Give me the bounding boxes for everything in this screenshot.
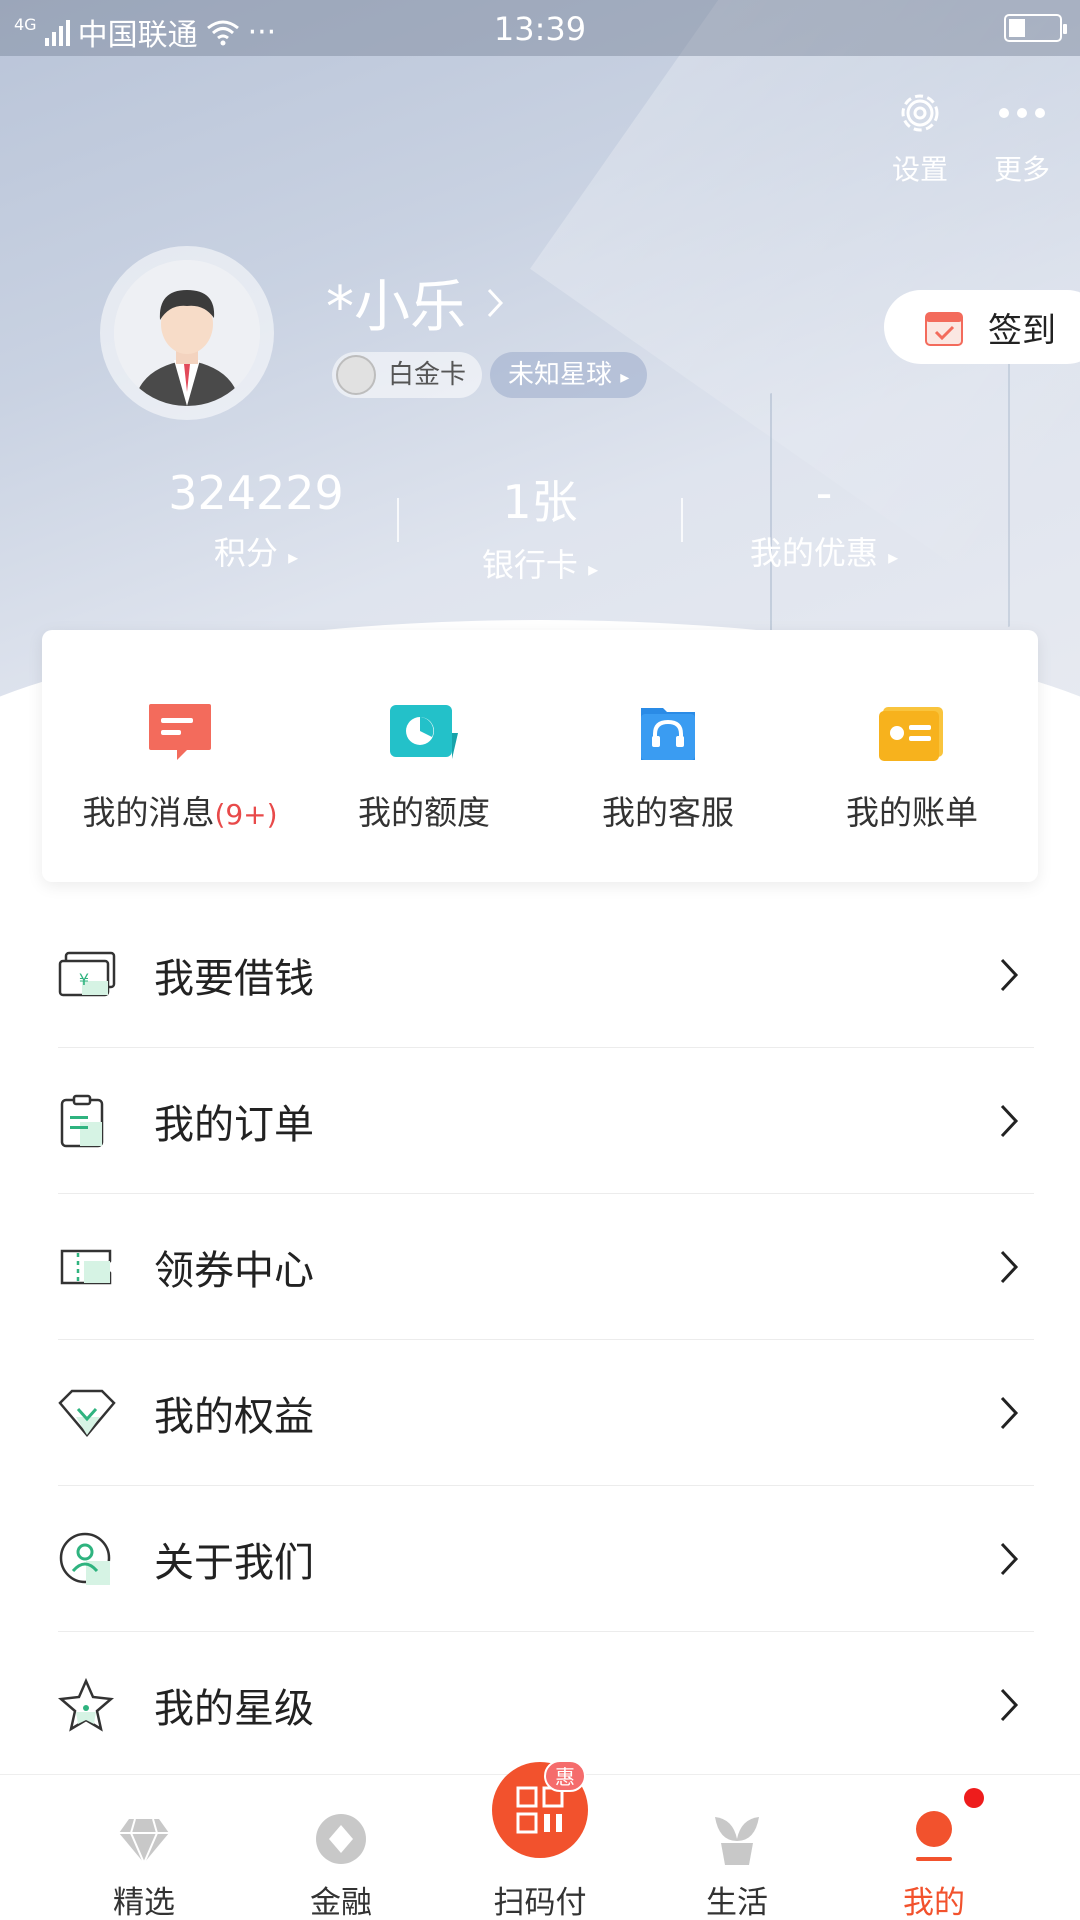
menu-item-label: 我的订单 bbox=[154, 1101, 314, 1148]
menu-item-benefits[interactable]: 我的权益 bbox=[58, 1340, 1034, 1486]
nav-label: 金融 bbox=[310, 1885, 372, 1920]
scan-pay-icon bbox=[516, 1786, 564, 1834]
menu-item-label: 领券中心 bbox=[154, 1247, 314, 1294]
stat-bank-cards[interactable]: 1张 银行卡 ▸ bbox=[410, 466, 670, 586]
planet-badge[interactable]: 未知星球 ▸ bbox=[490, 352, 648, 398]
caret-right-icon: ▸ bbox=[288, 545, 299, 569]
planet-label: 未知星球 bbox=[508, 360, 613, 390]
star-icon bbox=[58, 1677, 114, 1732]
coupon-icon bbox=[60, 1249, 112, 1284]
more-dots-icon bbox=[999, 108, 1045, 118]
stat-points[interactable]: 324229 积分 ▸ bbox=[126, 466, 386, 574]
caret-right-icon: ▸ bbox=[620, 367, 630, 388]
bank-cards-label: 银行卡 bbox=[481, 546, 578, 584]
menu-item-label: 我要借钱 bbox=[154, 955, 314, 1002]
chevron-right-icon bbox=[487, 288, 504, 317]
status-time: 13:39 bbox=[493, 10, 587, 48]
points-label: 积分 bbox=[213, 534, 278, 572]
calendar-check-icon bbox=[925, 312, 963, 346]
nav-life[interactable]: 生活 bbox=[637, 1775, 837, 1920]
checkin-label: 签到 bbox=[988, 310, 1056, 351]
quota-icon bbox=[390, 705, 458, 759]
nav-featured[interactable]: 精选 bbox=[44, 1775, 244, 1920]
chevron-right-icon bbox=[1000, 958, 1019, 991]
message-icon bbox=[149, 704, 211, 760]
chevron-right-icon bbox=[1000, 1396, 1019, 1429]
nav-label: 我的 bbox=[903, 1885, 965, 1920]
diamond-nav-icon bbox=[119, 1818, 169, 1865]
quick-messages[interactable]: 我的消息(9+) bbox=[60, 700, 300, 834]
more-button[interactable]: 更多 bbox=[982, 84, 1062, 188]
username: *小乐 bbox=[326, 275, 466, 340]
nav-finance[interactable]: 金融 bbox=[241, 1775, 441, 1920]
username-link[interactable]: *小乐 bbox=[326, 262, 504, 343]
message-count-badge: (9+) bbox=[214, 798, 278, 831]
quick-bills[interactable]: 我的账单 bbox=[792, 700, 1032, 834]
nav-me[interactable]: 我的 bbox=[834, 1775, 1034, 1920]
chevron-right-icon bbox=[1000, 1250, 1019, 1283]
quick-quota-label: 我的额度 bbox=[358, 793, 490, 832]
svg-text:¥: ¥ bbox=[79, 970, 89, 989]
diamond-icon bbox=[58, 1389, 116, 1437]
caret-right-icon: ▸ bbox=[888, 545, 899, 569]
avatar[interactable] bbox=[100, 246, 274, 420]
stat-divider bbox=[397, 498, 399, 542]
me-nav-icon bbox=[916, 1811, 952, 1861]
quick-bills-label: 我的账单 bbox=[846, 793, 978, 832]
settings-button[interactable]: 设置 bbox=[880, 84, 960, 188]
discount-tag: 惠 bbox=[544, 1760, 586, 1792]
money-icon: ¥ bbox=[58, 951, 116, 996]
stat-divider bbox=[681, 498, 683, 542]
nav-label: 精选 bbox=[113, 1885, 175, 1920]
card-level-label: 白金卡 bbox=[388, 360, 467, 390]
stat-offers[interactable]: - 我的优惠 ▸ bbox=[694, 466, 954, 574]
battery-icon bbox=[1004, 14, 1067, 42]
quick-messages-label: 我的消息 bbox=[82, 793, 215, 832]
chevron-right-icon bbox=[1000, 1104, 1019, 1137]
plant-nav-icon bbox=[715, 1817, 759, 1865]
avatar-image bbox=[114, 260, 260, 406]
menu-item-about[interactable]: 关于我们 bbox=[58, 1486, 1034, 1632]
status-bar: 4G 中国联通 ··· 13:39 bbox=[0, 0, 1080, 56]
notification-dot bbox=[964, 1788, 984, 1808]
order-icon bbox=[60, 1094, 104, 1147]
quick-actions-card: 我的消息(9+) 我的额度 我的客服 我的账单 bbox=[42, 630, 1038, 882]
menu-item-coupons[interactable]: 领券中心 bbox=[58, 1194, 1034, 1340]
card-level-badge[interactable]: 白金卡 bbox=[332, 352, 483, 398]
nav-label: 扫码付 bbox=[493, 1885, 587, 1920]
quick-service[interactable]: 我的客服 bbox=[548, 700, 788, 834]
chevron-right-icon bbox=[1000, 1542, 1019, 1575]
caret-right-icon: ▸ bbox=[588, 557, 599, 581]
nav-label: 生活 bbox=[706, 1885, 768, 1920]
person-icon bbox=[59, 1532, 111, 1585]
checkin-button[interactable]: 签到 bbox=[884, 290, 1080, 364]
points-value: 324229 bbox=[168, 466, 344, 520]
gear-icon bbox=[901, 94, 939, 132]
platinum-coin-icon bbox=[336, 355, 376, 395]
chevron-right-icon bbox=[1000, 1688, 1019, 1721]
menu-item-borrow[interactable]: ¥ 我要借钱 bbox=[58, 902, 1034, 1048]
quick-service-label: 我的客服 bbox=[602, 793, 734, 832]
service-icon bbox=[641, 708, 695, 760]
finance-nav-icon bbox=[316, 1814, 366, 1864]
menu-item-orders[interactable]: 我的订单 bbox=[58, 1048, 1034, 1194]
menu-item-label: 我的星级 bbox=[154, 1685, 314, 1732]
menu-item-star-level[interactable]: 我的星级 bbox=[58, 1632, 1034, 1778]
quick-quota[interactable]: 我的额度 bbox=[304, 700, 544, 834]
settings-label: 设置 bbox=[891, 153, 948, 186]
menu-item-label: 关于我们 bbox=[154, 1539, 314, 1586]
offers-label: 我的优惠 bbox=[749, 534, 878, 572]
menu-item-label: 我的权益 bbox=[154, 1393, 314, 1440]
bank-cards-value: 1张 bbox=[502, 475, 578, 529]
offers-value: - bbox=[815, 466, 833, 520]
more-label: 更多 bbox=[993, 153, 1050, 186]
bill-icon bbox=[879, 707, 943, 761]
